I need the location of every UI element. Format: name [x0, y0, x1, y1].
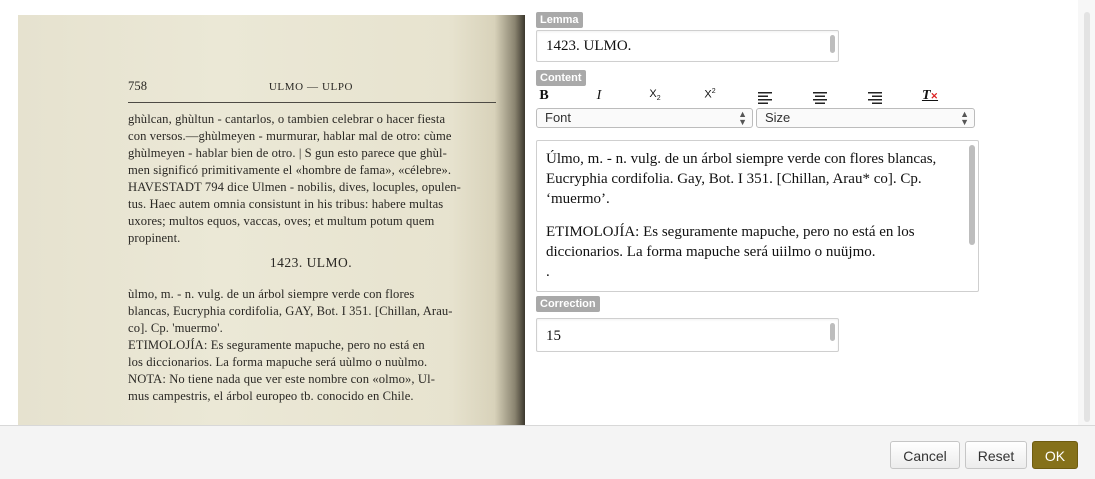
select-arrows-icon: ▲ ▼ [960, 109, 969, 127]
lemma-value: 1423. ULMO. [546, 38, 632, 54]
ok-button[interactable]: OK [1032, 441, 1078, 469]
scan-line: mus campestris, el árbol europeo tb. con… [128, 389, 414, 403]
subscript-x: X [649, 88, 657, 100]
remove-format-icon: T [921, 88, 931, 103]
dialog-footer: Cancel Reset OK [0, 425, 1095, 479]
scan-line: uxores; multos equos, vaccas, oves; et m… [128, 214, 435, 228]
remove-format-x: ✕ [930, 91, 939, 101]
scan-line: con versos.—ghùlmeyen - murmurar, hablar… [128, 129, 452, 143]
subscript-mark: 2 [656, 95, 661, 103]
lemma-scrollbar[interactable] [830, 35, 835, 53]
scan-line: ETIMOLOJÍA: Es seguramente mapuche, pero… [128, 338, 425, 352]
scan-line: co]. Cp. 'muermo'. [128, 321, 223, 335]
correction-value: 15 [546, 328, 561, 344]
running-head: ULMO — ULPO [268, 81, 354, 93]
scan-line: tus. Haec autem omnia consistunt in his … [128, 197, 444, 211]
content-editor[interactable]: Úlmo, m. - n. vulg. de un árbol siempre … [536, 140, 979, 292]
italic-button[interactable]: I [588, 88, 610, 108]
superscript-mark: 2 [711, 88, 716, 95]
page-scrollbar-thumb[interactable] [1084, 12, 1090, 422]
font-select[interactable]: Font ▲ ▼ [536, 108, 753, 128]
scan-line: men significó primitivamente el «hombre … [128, 163, 452, 177]
superscript-x: X [704, 88, 712, 101]
align-left-button[interactable] [754, 88, 776, 108]
scan-line: ghùlmeyen - hablar bien de otro. | S gun… [128, 146, 447, 160]
header-rule [128, 102, 496, 103]
cancel-button[interactable]: Cancel [890, 441, 960, 469]
select-arrows-icon: ▲ ▼ [738, 109, 747, 127]
content-paragraph: Úlmo, m. - n. vulg. de un árbol siempre … [546, 151, 937, 207]
align-left-icon [758, 92, 772, 104]
remove-format-button[interactable]: T✕ [919, 88, 941, 108]
align-center-button[interactable] [809, 88, 831, 108]
bold-button[interactable]: B [533, 88, 555, 108]
correction-scrollbar[interactable] [830, 323, 835, 341]
correction-label: Correction [536, 296, 600, 312]
scan-line: blancas, Eucryphia cordifolia, GAY, Bot.… [128, 304, 453, 318]
scan-line: ùlmo, m. - n. vulg. de un árbol siempre … [128, 287, 415, 301]
scanned-page-image: 758 ULMO — ULPO ghùlcan, ghùltun - canta… [18, 15, 525, 425]
lemma-label: Lemma [536, 12, 583, 28]
reset-button[interactable]: Reset [965, 441, 1027, 469]
content-paragraph: ETIMOLOJÍA: Es seguramente mapuche, pero… [546, 224, 915, 260]
scan-line: HAVESTADT 794 dice Ulmen - nobilis, dive… [128, 180, 461, 194]
scan-line: los diccionarios. La forma mapuche será … [128, 355, 428, 369]
scan-line: ghùlcan, ghùltun - cantarlos, o tambien … [128, 112, 446, 126]
scan-line: propinent. [128, 231, 181, 245]
superscript-button[interactable]: X2 [699, 88, 721, 108]
subscript-button[interactable]: X2 [644, 88, 666, 108]
size-select[interactable]: Size ▲ ▼ [756, 108, 975, 128]
entry-heading: 1423. ULMO. [269, 255, 353, 270]
editor-toolbar: B I X2 X2 T✕ [536, 88, 976, 108]
size-select-value: Size [765, 110, 791, 125]
lemma-input[interactable]: 1423. ULMO. [536, 30, 839, 62]
correction-input[interactable]: 15 [536, 318, 839, 352]
align-right-icon [868, 92, 882, 104]
align-right-button[interactable] [864, 88, 886, 108]
align-center-icon [813, 92, 827, 104]
content-label: Content [536, 70, 586, 86]
content-paragraph: . [546, 264, 550, 280]
scan-line: NOTA: No tiene nada que ver este nombre … [128, 372, 436, 386]
font-select-value: Font [545, 110, 572, 125]
content-scrollbar[interactable] [969, 145, 975, 245]
